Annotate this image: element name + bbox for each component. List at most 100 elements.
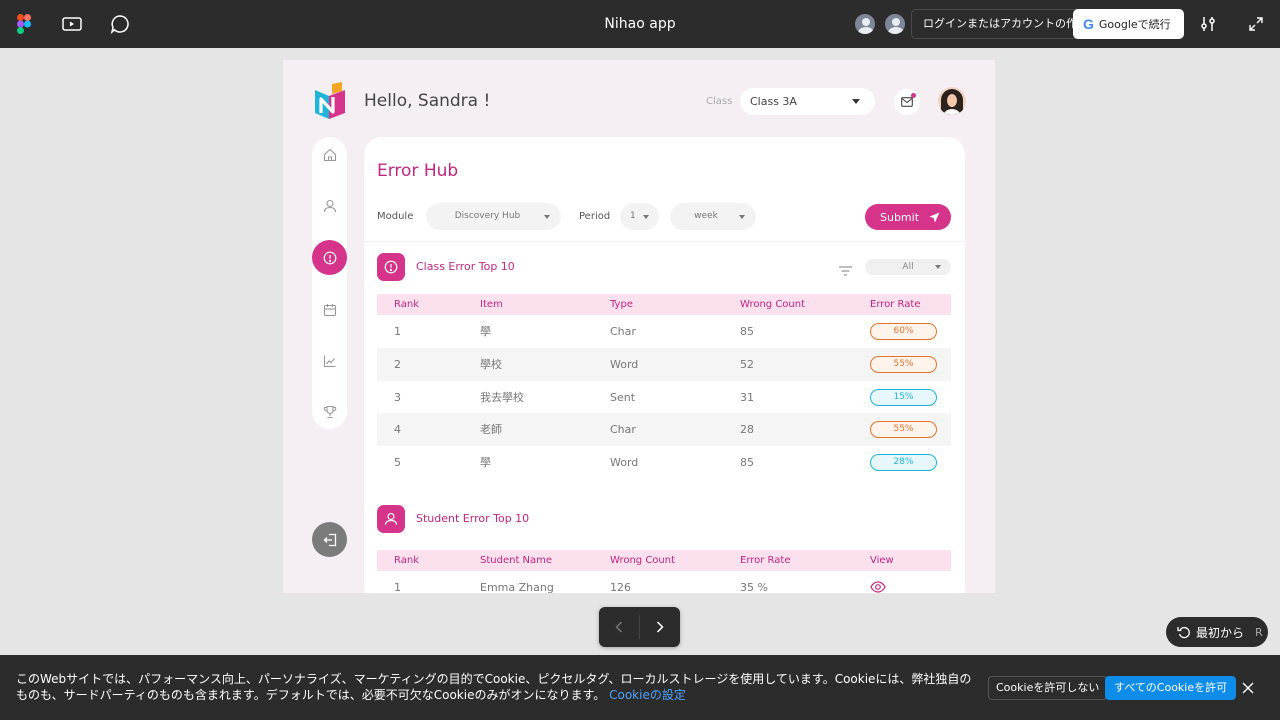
chevron-down-icon [643,215,649,219]
submit-label: Submit [880,210,920,224]
user-avatar[interactable] [938,87,966,115]
previous-button[interactable] [599,607,639,647]
table-row[interactable]: 3 我去學校 Sent 31 15% [377,381,951,414]
class-select-value: Class 3A [750,95,797,108]
eye-icon[interactable] [870,581,886,593]
settings-sliders-icon[interactable] [1196,12,1220,36]
period-label: Period [579,211,611,222]
present-icon[interactable] [60,12,84,36]
notification-dot [911,93,916,98]
user-icon [377,505,405,533]
error-rate-badge: 60% [870,323,937,340]
rank-cell: 4 [394,423,401,436]
restart-button[interactable]: 最初から R [1166,617,1268,647]
cookie-settings-link[interactable]: Cookieの設定 [609,688,686,702]
rank-cell: 5 [394,456,401,469]
period-unit-value: week [694,211,718,221]
chevron-right-icon [656,621,664,633]
module-select-value: Discovery Hub [454,211,521,221]
class-select[interactable]: Class 3A [740,88,875,115]
wrong-count-cell: 126 [610,581,631,593]
item-cell: 學 [480,325,491,338]
page-title: Error Hub [377,161,459,181]
logout-button[interactable] [312,522,347,557]
greeting: Hello, Sandra ! [364,91,491,111]
period-unit-select[interactable]: week [670,203,756,230]
sidebar-item-profile[interactable] [312,188,347,223]
period-number-value: 1 [630,211,636,221]
mail-icon [901,97,913,107]
chevron-down-icon [852,99,860,104]
comment-icon[interactable] [108,12,132,36]
google-continue-button[interactable]: G Googleで続行 [1073,9,1184,39]
google-logo-icon: G [1083,16,1094,32]
accept-cookies-button[interactable]: すべてのCookieを許可 [1105,676,1237,700]
alert-icon [323,251,336,264]
send-icon [929,211,940,223]
column-header: Rank [394,555,419,566]
sidebar-item-error-hub[interactable] [312,240,347,275]
submit-button[interactable]: Submit [865,204,951,230]
column-header: Type [610,299,633,310]
user-icon [323,199,336,212]
google-continue-label: Googleで続行 [1098,18,1171,31]
table-row[interactable]: 2 學校 Word 52 55% [377,348,951,381]
trophy-icon [323,405,336,418]
figma-logo-icon[interactable] [12,12,36,36]
type-filter-select[interactable]: All [865,259,951,275]
rank-cell: 1 [394,325,401,338]
chevron-down-icon [739,215,745,219]
fullscreen-icon[interactable] [1244,12,1268,36]
next-button[interactable] [640,607,680,647]
column-header: Error Rate [870,299,921,310]
close-icon[interactable] [1240,680,1256,696]
cookie-message: このWebサイトでは、パフォーマンス向上、パーソナライズ、マーケティングの目的で… [16,672,972,702]
module-select[interactable]: Discovery Hub [426,203,561,230]
prototype-frame: Hello, Sandra ! Class Class 3A Error Hub… [283,60,995,593]
period-number-select[interactable]: 1 [620,203,659,230]
type-cell: Char [610,423,636,436]
chevron-down-icon [935,265,941,269]
sidebar-item-calendar[interactable] [312,292,347,327]
type-cell: Sent [610,391,636,404]
wrong-count-cell: 31 [740,391,754,404]
column-header: Student Name [480,555,553,566]
prototype-navigation [599,607,680,647]
nihao-logo[interactable] [314,82,346,120]
logout-icon [323,533,336,546]
restart-shortcut: R [1255,625,1263,639]
type-filter-value: All [902,262,914,272]
wrong-count-cell: 52 [740,358,754,371]
table-row[interactable]: 5 學 Word 85 28% [377,446,951,479]
mail-button[interactable] [894,89,920,115]
error-rate-badge: 55% [870,421,937,438]
reject-cookies-button[interactable]: Cookieを許可しない [988,676,1108,700]
home-icon [323,148,336,161]
student-error-title: Student Error Top 10 [416,512,530,525]
sidebar-item-home[interactable] [312,137,347,172]
chevron-down-icon [544,215,550,219]
wrong-count-cell: 85 [740,456,754,469]
collaborator-avatar[interactable] [883,12,907,36]
student-name-cell: Emma Zhang [480,581,554,593]
undo-icon [1177,626,1190,639]
sidebar-item-analytics[interactable] [312,343,347,378]
cookie-text: このWebサイトでは、パフォーマンス向上、パーソナライズ、マーケティングの目的で… [16,671,981,703]
module-label: Module [377,211,414,222]
table-row[interactable]: 1 Emma Zhang 126 35 % [377,571,951,593]
item-cell: 老師 [480,423,502,436]
rank-cell: 2 [394,358,401,371]
error-rate-badge: 55% [870,356,937,373]
error-rate-badge: 15% [870,389,937,406]
item-cell: 學校 [480,358,502,371]
collaborator-avatar[interactable] [853,12,877,36]
column-header: Wrong Count [740,299,806,310]
error-hub-panel: Error Hub Module Discovery Hub Period 1 … [364,137,965,593]
table-row[interactable]: 1 學 Char 85 60% [377,315,951,348]
filter-icon[interactable] [839,261,852,280]
sidebar-item-rewards[interactable] [312,394,347,429]
login-button[interactable]: ログインまたはアカウントの作成 [911,9,1100,39]
table-row[interactable]: 4 老師 Char 28 55% [377,413,951,446]
student-error-table-header: Rank Student Name Wrong Count Error Rate… [377,550,951,571]
rank-cell: 3 [394,391,401,404]
